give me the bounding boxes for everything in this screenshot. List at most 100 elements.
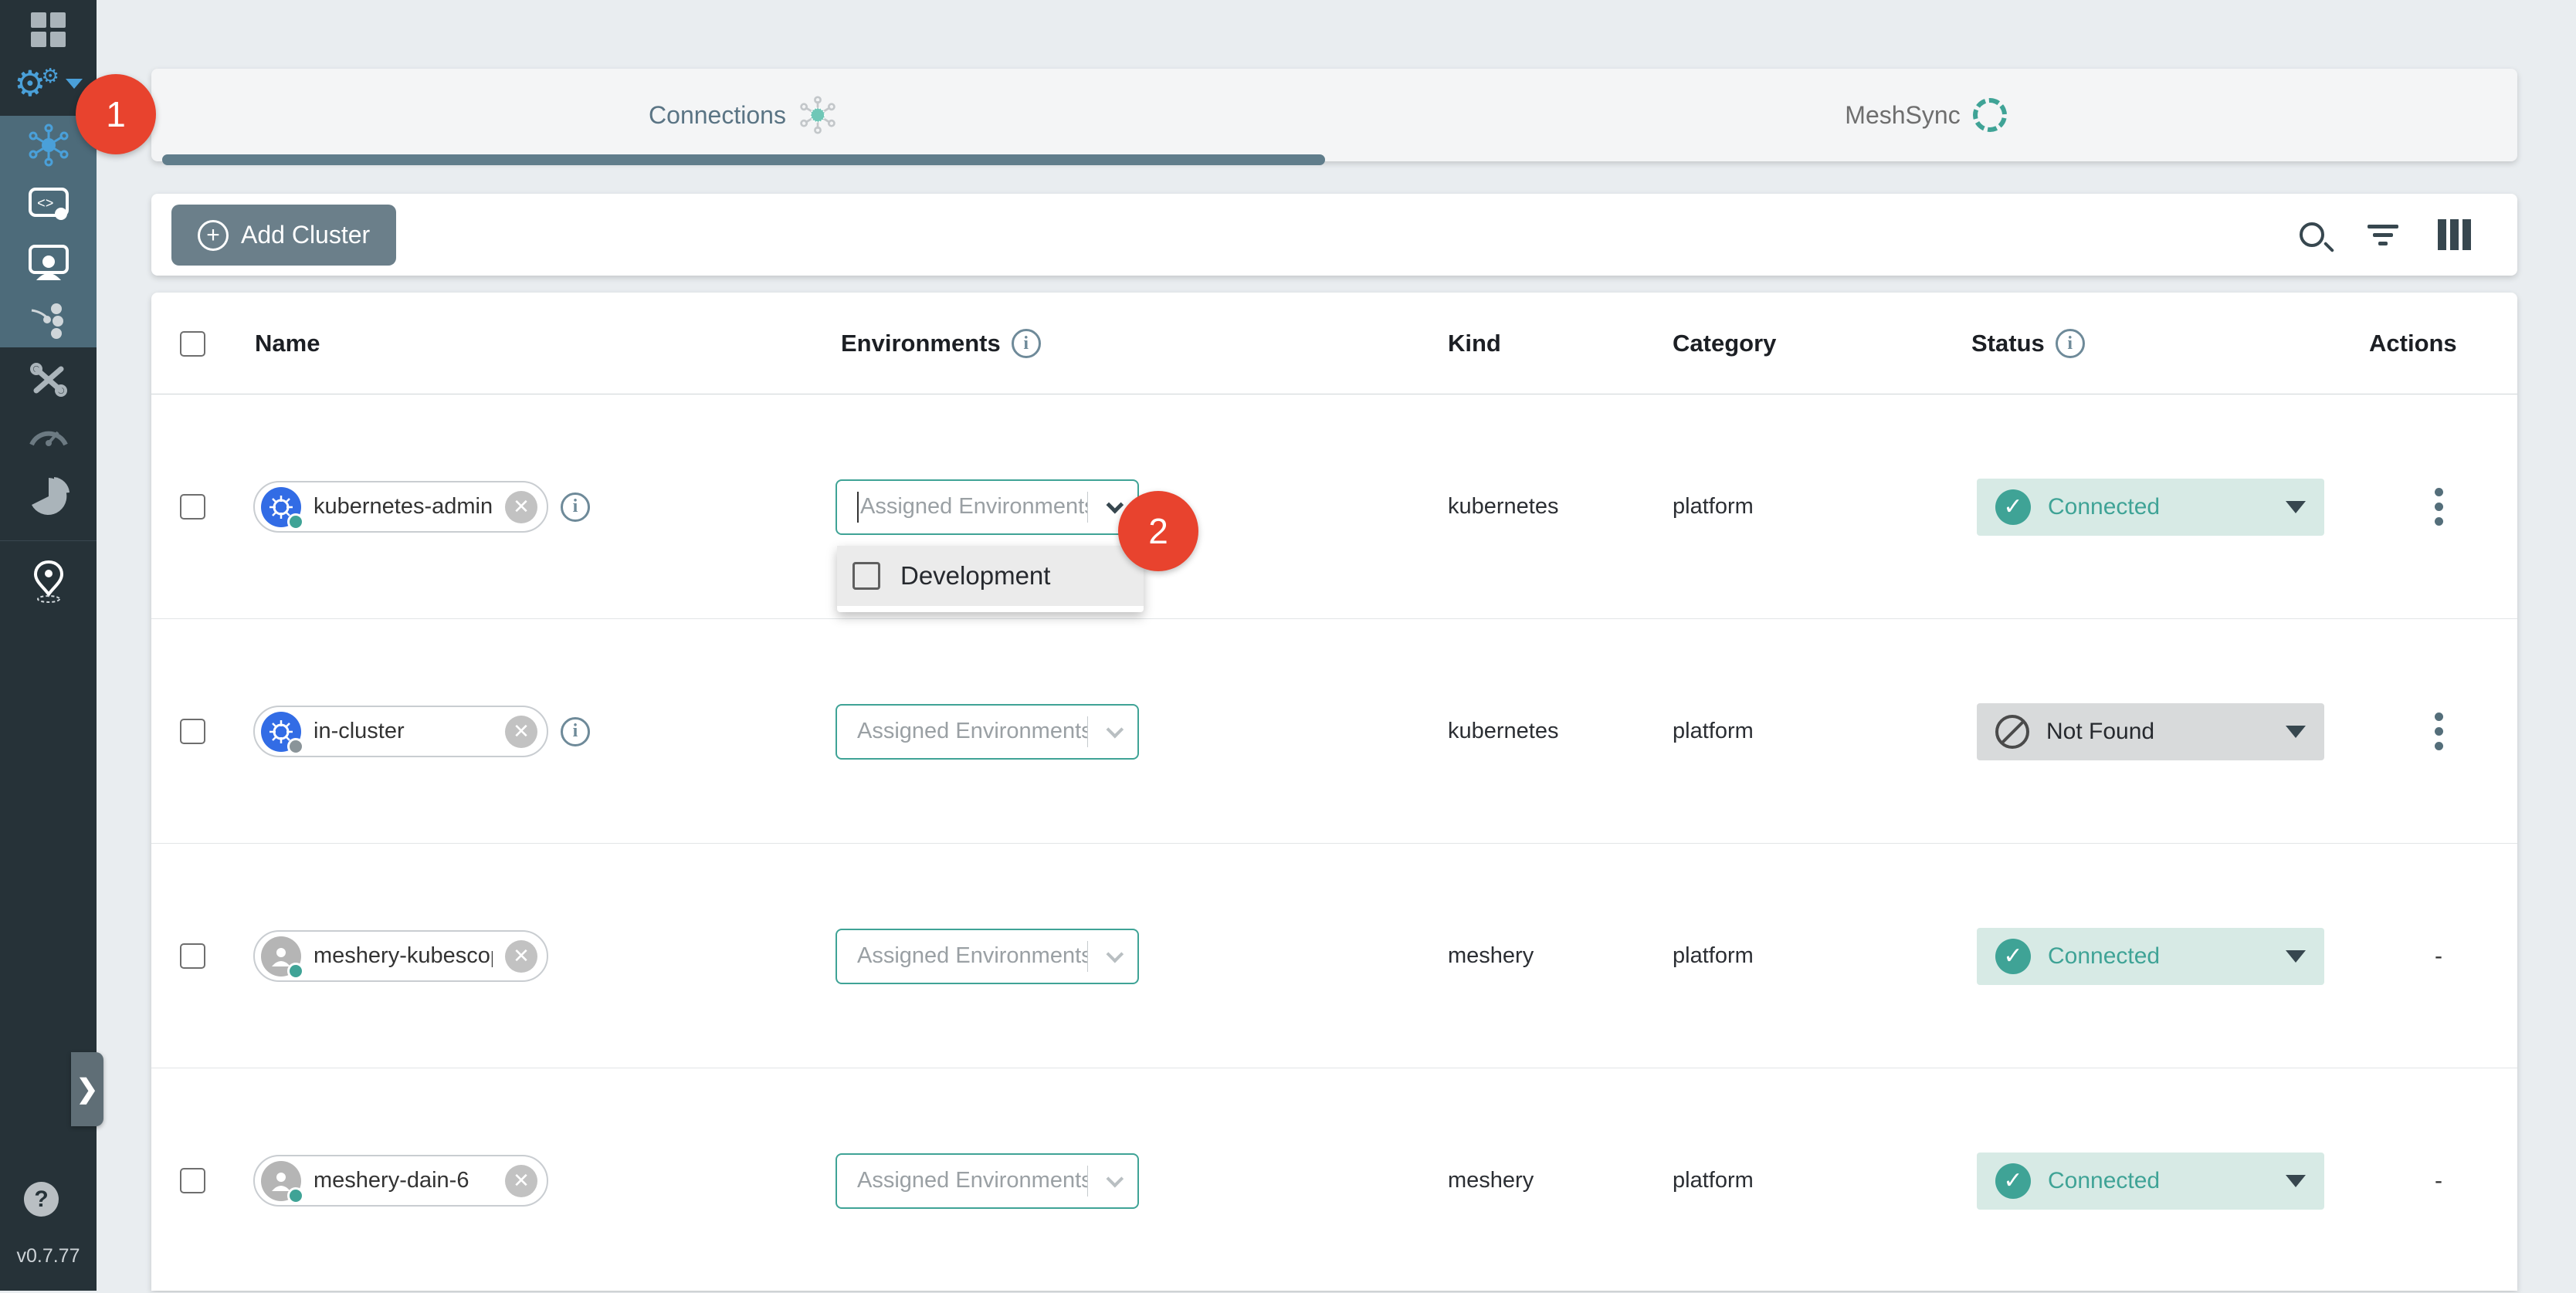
sidebar-item-adapters[interactable]: <> bbox=[0, 174, 97, 233]
connection-name-chip[interactable]: kubernetes-admin... ✕ bbox=[253, 481, 548, 533]
connections-table: Name Environments i Kind Category Status… bbox=[151, 293, 2517, 1291]
filter-icon bbox=[2368, 220, 2398, 250]
row-actions-menu-button[interactable] bbox=[2427, 705, 2451, 758]
active-tab-indicator bbox=[162, 154, 1325, 165]
chevron-down-icon bbox=[66, 79, 83, 89]
kind-value: kubernetes bbox=[1448, 719, 1559, 744]
status-label: Connected bbox=[2048, 1168, 2269, 1194]
connection-name-chip[interactable]: meshery-kubescop... ✕ bbox=[253, 930, 548, 982]
status-dropdown[interactable]: ✓ Connected bbox=[1977, 479, 2324, 536]
close-icon[interactable]: ✕ bbox=[505, 1165, 537, 1197]
actions-empty: - bbox=[2435, 1168, 2442, 1194]
tab-connections-label: Connections bbox=[649, 101, 786, 130]
sidebar-item-dashboard[interactable] bbox=[0, 0, 97, 59]
category-value: platform bbox=[1673, 719, 1754, 744]
caret-down-icon bbox=[2286, 1175, 2306, 1187]
environments-info-icon[interactable]: i bbox=[1012, 329, 1041, 358]
connection-info-icon[interactable]: i bbox=[561, 717, 590, 746]
header-category[interactable]: Category bbox=[1673, 293, 1776, 394]
gauge-icon bbox=[27, 418, 70, 449]
connection-status-dot bbox=[287, 513, 304, 530]
status-dropdown[interactable]: ✓ Connected bbox=[1977, 928, 2324, 985]
connection-info-icon[interactable]: i bbox=[561, 492, 590, 522]
status-info-icon[interactable]: i bbox=[2056, 329, 2085, 358]
kind-value: meshery bbox=[1448, 943, 1534, 969]
close-icon[interactable]: ✕ bbox=[505, 940, 537, 973]
category-value: platform bbox=[1673, 494, 1754, 520]
kind-value: kubernetes bbox=[1448, 494, 1559, 520]
search-button[interactable] bbox=[2293, 216, 2330, 253]
pie-icon bbox=[28, 476, 69, 517]
sidebar: ⚙ ⚙ <> bbox=[0, 0, 97, 1291]
chevron-down-icon bbox=[1107, 1169, 1124, 1187]
status-dropdown[interactable]: ✓ Connected bbox=[1977, 1153, 2324, 1210]
connection-name-label: meshery-dain-6 bbox=[314, 1168, 493, 1193]
connection-name-chip[interactable]: in-cluster ✕ bbox=[253, 706, 548, 757]
columns-button[interactable] bbox=[2435, 216, 2473, 253]
environments-placeholder: Assigned Environments bbox=[860, 494, 1087, 520]
tab-meshsync[interactable]: MeshSync bbox=[1334, 69, 2517, 161]
status-label: Not Found bbox=[2046, 719, 2269, 745]
option-checkbox[interactable] bbox=[852, 562, 880, 590]
status-dropdown[interactable]: Not Found bbox=[1977, 703, 2324, 760]
filter-button[interactable] bbox=[2364, 216, 2401, 253]
header-actions[interactable]: Actions bbox=[2369, 293, 2457, 394]
screen-user-icon bbox=[27, 243, 70, 282]
connection-name-label: meshery-kubescop... bbox=[314, 943, 493, 969]
row-actions-menu-button[interactable] bbox=[2427, 480, 2451, 533]
tab-meshsync-label: MeshSync bbox=[1845, 101, 1960, 130]
search-icon bbox=[2300, 222, 2324, 247]
environments-select[interactable]: Assigned Environments Development bbox=[836, 479, 1139, 535]
row-checkbox[interactable] bbox=[180, 943, 205, 969]
sidebar-item-operator[interactable] bbox=[0, 233, 97, 292]
text-cursor bbox=[857, 492, 859, 523]
connection-name-chip[interactable]: meshery-dain-6 ✕ bbox=[253, 1155, 548, 1207]
sidebar-item-workflows[interactable] bbox=[0, 290, 97, 349]
close-icon[interactable]: ✕ bbox=[505, 491, 537, 523]
sidebar-expand-button[interactable]: ❯ bbox=[71, 1052, 103, 1126]
status-label: Connected bbox=[2048, 943, 2269, 970]
category-value: platform bbox=[1673, 1168, 1754, 1193]
select-chevron-button[interactable] bbox=[1088, 726, 1137, 738]
sidebar-item-performance[interactable] bbox=[0, 404, 97, 463]
header-status[interactable]: Status bbox=[1971, 330, 2045, 357]
chevron-down-icon bbox=[1107, 496, 1124, 513]
status-label: Connected bbox=[2048, 494, 2269, 520]
location-pin-icon bbox=[29, 559, 68, 604]
caret-down-icon bbox=[2286, 726, 2306, 738]
select-all-checkbox[interactable] bbox=[180, 331, 205, 357]
row-checkbox[interactable] bbox=[180, 1168, 205, 1193]
row-checkbox[interactable] bbox=[180, 494, 205, 520]
select-chevron-button[interactable] bbox=[1088, 950, 1137, 963]
header-kind[interactable]: Kind bbox=[1448, 293, 1501, 394]
sidebar-item-extensions[interactable] bbox=[0, 467, 97, 526]
help-button[interactable]: ? bbox=[24, 1182, 59, 1217]
pipeline-icon bbox=[27, 300, 70, 340]
add-cluster-label: Add Cluster bbox=[241, 221, 370, 249]
annotation-badge-2: 2 bbox=[1118, 491, 1198, 571]
connection-status-dot bbox=[287, 1187, 304, 1204]
sidebar-item-configuration[interactable] bbox=[0, 350, 97, 409]
environments-placeholder: Assigned Environments bbox=[857, 943, 1087, 969]
environments-select[interactable]: Assigned Environments bbox=[836, 929, 1139, 984]
select-chevron-button[interactable] bbox=[1088, 1175, 1137, 1187]
connection-name-label: kubernetes-admin... bbox=[314, 494, 493, 520]
tab-connections[interactable]: Connections bbox=[151, 69, 1334, 161]
sidebar-divider bbox=[0, 540, 97, 541]
row-checkbox[interactable] bbox=[180, 719, 205, 744]
chevron-down-icon bbox=[1107, 945, 1124, 963]
environments-select[interactable]: Assigned Environments bbox=[836, 704, 1139, 760]
header-environments[interactable]: Environments bbox=[841, 330, 1001, 357]
header-name[interactable]: Name bbox=[255, 293, 320, 394]
check-icon: ✓ bbox=[1995, 939, 2031, 974]
close-icon[interactable]: ✕ bbox=[505, 716, 537, 748]
sidebar-item-catalog[interactable] bbox=[0, 552, 97, 611]
toolbar: + Add Cluster bbox=[151, 194, 2517, 276]
environments-placeholder: Assigned Environments bbox=[857, 719, 1087, 744]
category-value: platform bbox=[1673, 943, 1754, 969]
option-label[interactable]: Development bbox=[900, 561, 1050, 591]
add-cluster-button[interactable]: + Add Cluster bbox=[171, 205, 396, 266]
dashboard-grid-icon bbox=[31, 12, 66, 47]
plus-circle-icon: + bbox=[198, 220, 229, 251]
environments-select[interactable]: Assigned Environments bbox=[836, 1153, 1139, 1209]
